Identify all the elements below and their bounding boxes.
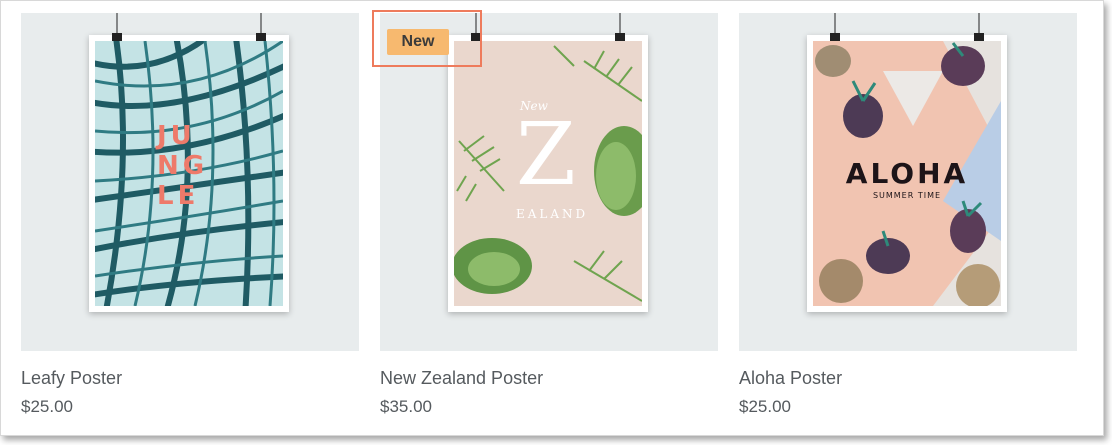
product-title[interactable]: New Zealand Poster	[380, 368, 718, 389]
binder-clip-icon	[974, 13, 984, 42]
poster-ealand-text: EALAND	[516, 207, 589, 221]
aloha-poster-image[interactable]: ALOHA SUMMER TIME	[807, 13, 1007, 312]
product-title[interactable]: Leafy Poster	[21, 368, 359, 389]
product-gallery: JU NG LE Leafy Poster $25.00 New Z EALAN…	[0, 0, 1104, 436]
product-card-leafy[interactable]: JU NG LE Leafy Poster $25.00	[21, 13, 359, 417]
jungle-poster-image[interactable]: JU NG LE	[89, 13, 289, 312]
new-badge: New	[387, 29, 449, 55]
product-price: $35.00	[380, 397, 432, 416]
product-price: $25.00	[21, 397, 73, 416]
product-card-aloha[interactable]: ALOHA SUMMER TIME Aloha Poster $25.00	[739, 13, 1077, 417]
binder-clip-icon	[112, 13, 122, 42]
product-image-frame[interactable]: JU NG LE	[21, 13, 359, 351]
product-card-new-zealand[interactable]: New Z EALAND New Zealand Poster $35.00	[380, 13, 718, 417]
new-zealand-poster-image[interactable]: New Z EALAND	[448, 13, 648, 312]
poster-z-letter: Z	[516, 105, 576, 205]
product-image-frame[interactable]: ALOHA SUMMER TIME	[739, 13, 1077, 351]
binder-clip-icon	[615, 13, 625, 42]
poster-aloha-title: ALOHA	[845, 157, 969, 190]
binder-clip-icon	[256, 13, 266, 42]
new-badge-highlight: New	[372, 10, 482, 67]
poster-aloha-subtitle: SUMMER TIME	[872, 191, 942, 200]
poster-jungle-text: JU NG LE	[157, 121, 209, 211]
product-price: $25.00	[739, 397, 791, 416]
product-title[interactable]: Aloha Poster	[739, 368, 1077, 389]
binder-clip-icon	[830, 13, 840, 42]
